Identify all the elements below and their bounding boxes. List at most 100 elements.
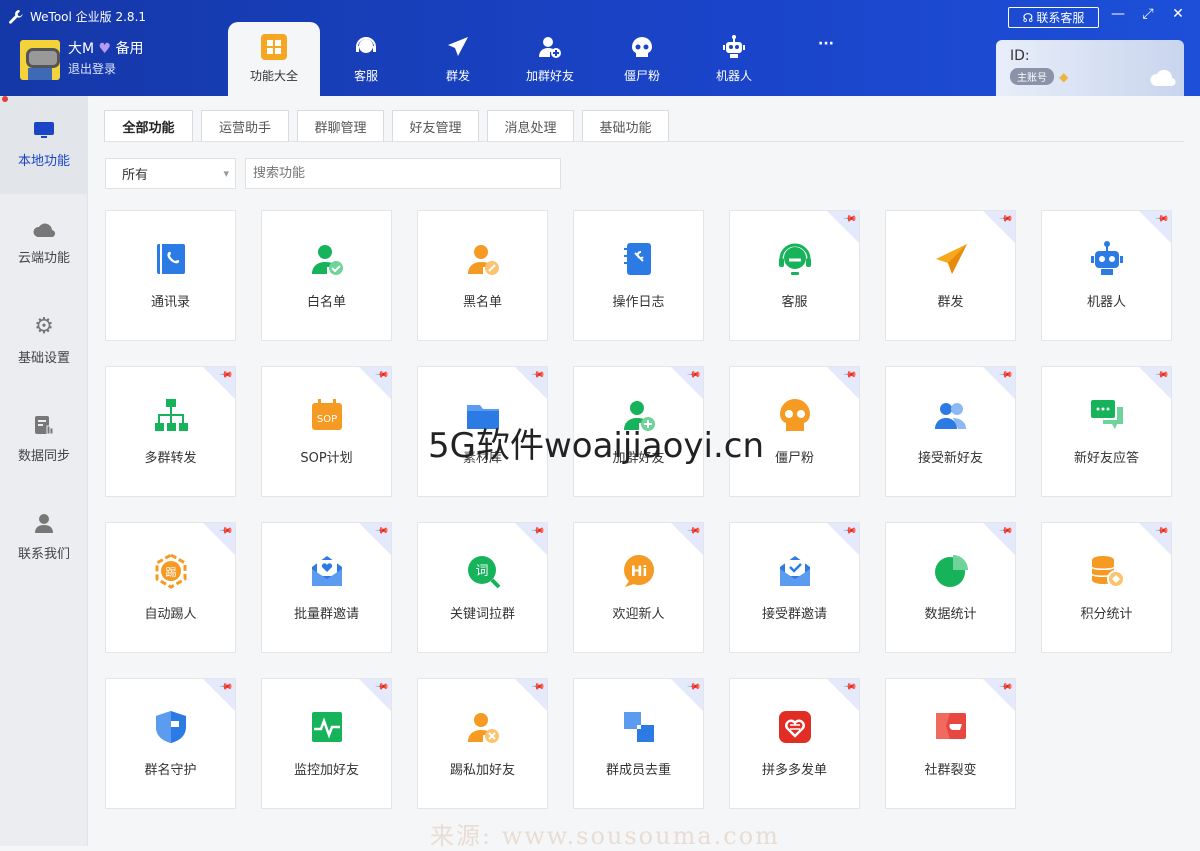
tab-messages[interactable]: 消息处理 — [487, 110, 574, 141]
feature-card[interactable]: 📌 拼多多发单 — [729, 678, 860, 809]
feature-label: 批量群邀请 — [293, 607, 359, 622]
sop-calendar-icon: SOP — [311, 399, 342, 430]
sidebar-item-label: 联系我们 — [17, 546, 70, 562]
contacts-icon — [156, 244, 185, 274]
feature-card[interactable]: 白名单 — [261, 210, 392, 341]
tab-divider — [104, 141, 1184, 142]
feature-card[interactable]: 📌 词关键词拉群 — [417, 522, 548, 653]
category-tabs: 全部功能 运营助手 群聊管理 好友管理 消息处理 基础功能 — [104, 110, 669, 141]
cloud-icon — [1150, 70, 1176, 86]
avatar[interactable] — [20, 40, 60, 80]
feature-card[interactable]: 黑名单 — [417, 210, 548, 341]
sidebar-item-contact[interactable]: 联系我们 — [0, 488, 88, 586]
grid-icon — [261, 34, 287, 60]
sidebar-item-sync[interactable]: 数据同步 — [0, 390, 88, 488]
feature-label: 黑名单 — [462, 295, 502, 310]
sidebar-item-label: 基础设置 — [17, 350, 70, 366]
feature-card[interactable]: 📌 群发 — [885, 210, 1016, 341]
feature-card[interactable]: 📌 社群裂变 — [885, 678, 1016, 809]
nav-label: 功能大全 — [249, 69, 298, 83]
feature-card[interactable]: 📌 踢私加好友 — [417, 678, 548, 809]
feature-card[interactable]: 📌 客服 — [729, 210, 860, 341]
chat-bubbles-icon — [1090, 400, 1123, 429]
feature-card[interactable]: 📌 SOP SOP计划 — [261, 366, 392, 497]
tab-friends[interactable]: 好友管理 — [392, 110, 479, 141]
diamond-icon: ◆ — [1059, 70, 1069, 84]
heart-icon: ♥ — [98, 41, 112, 57]
cloud-icon — [33, 223, 55, 237]
fission-icon — [935, 713, 966, 739]
pulse-monitor-icon — [311, 712, 342, 742]
category-select[interactable]: 所有 ▾ — [105, 158, 236, 189]
dedupe-squares-icon — [623, 712, 654, 742]
top-bar: WeTool 企业版 2.8.1 ☊ 联系客服 — ⤢ ✕ 大M ♥ 备用 退出… — [0, 0, 1200, 96]
sidebar-item-cloud[interactable]: 云端功能 — [0, 194, 88, 292]
users-icon — [934, 403, 966, 429]
feature-label: 欢迎新人 — [612, 607, 665, 622]
nav-tab-more[interactable]: ··· — [780, 22, 872, 96]
feature-card[interactable]: 📌 积分统计 — [1041, 522, 1172, 653]
nav-tab-add-group-friends[interactable]: 加群好友 — [504, 22, 596, 96]
check-envelope-icon — [779, 556, 810, 586]
nav-tab-broadcast[interactable]: 群发 — [412, 22, 504, 96]
nav-tab-zombie-fans[interactable]: 僵尸粉 — [596, 22, 688, 96]
feature-label: 通讯录 — [150, 295, 190, 310]
feature-label: 拼多多发单 — [761, 763, 827, 778]
minimize-icon[interactable]: — — [1110, 6, 1126, 22]
user-name: 大M — [68, 41, 95, 57]
main-account-badge: 主账号 — [1010, 68, 1054, 85]
feature-card[interactable]: 通讯录 — [105, 210, 236, 341]
contact-service-label: 联系客服 — [1036, 11, 1085, 25]
feature-label: 积分统计 — [1080, 607, 1133, 622]
whitelist-user-icon — [311, 245, 343, 275]
account-id-label: ID: — [1010, 48, 1030, 64]
monitor-icon — [34, 121, 54, 138]
maximize-icon[interactable]: ⤢ — [1140, 6, 1156, 22]
sidebar-item-local[interactable]: 本地功能 — [0, 96, 88, 194]
close-icon[interactable]: ✕ — [1170, 6, 1186, 22]
tab-basic[interactable]: 基础功能 — [582, 110, 669, 141]
headset-small-icon: ☊ — [1022, 10, 1034, 25]
feature-label: 群发 — [937, 295, 964, 310]
headset-icon — [356, 37, 376, 53]
tab-group-chat[interactable]: 群聊管理 — [297, 110, 384, 141]
feature-card[interactable]: 📌 机器人 — [1041, 210, 1172, 341]
feature-label: 白名单 — [306, 295, 346, 310]
feature-card[interactable]: 操作日志 — [573, 210, 704, 341]
feature-card[interactable]: 📌 接受新好友 — [885, 366, 1016, 497]
chevron-down-icon: ▾ — [223, 167, 229, 180]
nav-tab-all-features[interactable]: 功能大全 — [228, 22, 320, 96]
user-profile: 大M ♥ 备用 退出登录 — [20, 40, 144, 80]
skull-icon — [632, 37, 652, 57]
logout-link[interactable]: 退出登录 — [68, 60, 144, 77]
feature-card[interactable]: 📌 群成员去重 — [573, 678, 704, 809]
tab-all-features[interactable]: 全部功能 — [104, 110, 193, 141]
notification-dot — [2, 96, 8, 102]
svg-text:词: 词 — [475, 564, 488, 579]
feature-label: 监控加好友 — [293, 763, 359, 778]
account-card: ID: 主账号 ◆ — [996, 40, 1184, 96]
feature-card[interactable]: 📌 踢自动踢人 — [105, 522, 236, 653]
feature-card[interactable]: 📌 群名守护 — [105, 678, 236, 809]
feature-card[interactable]: 📌 数据统计 — [885, 522, 1016, 653]
keyword-search-icon: 词 — [467, 556, 500, 589]
feature-card[interactable]: 📌 批量群邀请 — [261, 522, 392, 653]
sidebar-item-settings[interactable]: ⚙ 基础设置 — [0, 292, 88, 390]
feature-card[interactable]: 📌 多群转发 — [105, 366, 236, 497]
nav-tab-service[interactable]: 客服 — [320, 22, 412, 96]
nav-tab-robot[interactable]: 机器人 — [688, 22, 780, 96]
kick-hexagon-icon: 踢 — [155, 553, 186, 589]
feature-card[interactable]: 📌 接受群邀请 — [729, 522, 860, 653]
tab-operations[interactable]: 运营助手 — [201, 110, 289, 141]
feature-label: 接受群邀请 — [761, 607, 827, 622]
sync-chart-icon — [35, 415, 54, 434]
search-input[interactable] — [245, 158, 561, 189]
category-select-value: 所有 — [122, 168, 149, 183]
feature-card[interactable]: 📌 监控加好友 — [261, 678, 392, 809]
feature-label: 操作日志 — [612, 295, 665, 310]
feature-card[interactable]: 📌 Hi 欢迎新人 — [573, 522, 704, 653]
feature-card[interactable]: 📌 新好友应答 — [1041, 366, 1172, 497]
nav-label: 加群好友 — [525, 69, 574, 83]
feature-label: 接受新好友 — [917, 451, 983, 466]
contact-service-button[interactable]: ☊ 联系客服 — [1008, 7, 1099, 28]
